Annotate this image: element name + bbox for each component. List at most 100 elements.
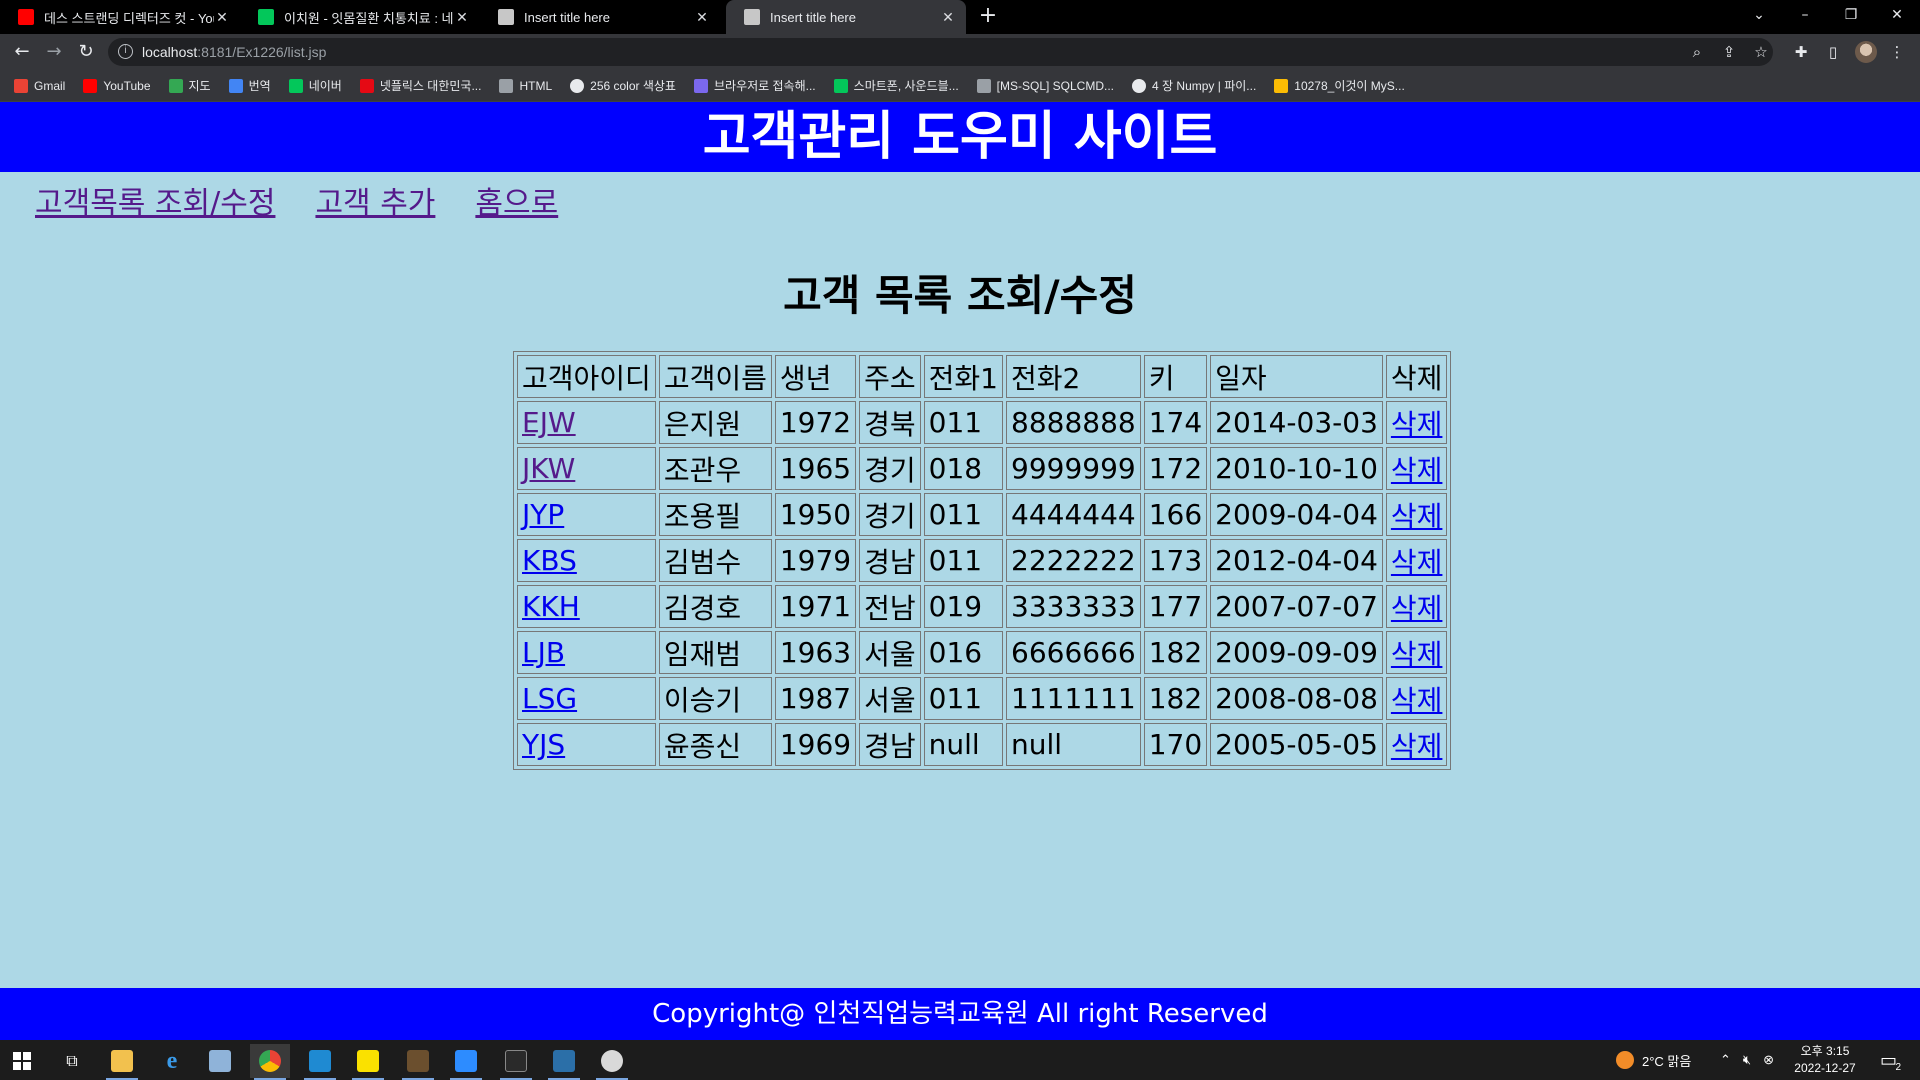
bookmark-translate[interactable]: 번역 [228, 77, 271, 94]
bookmark-browser-connect[interactable]: 브라우저로 접속해... [693, 77, 816, 94]
browser-tab-1[interactable]: 이치원 - 잇몸질환 치통치료 : 네 ✕ [240, 0, 480, 34]
cell-name: 조관우 [658, 447, 772, 490]
extensions-puzzle-icon[interactable]: ✚ [1791, 42, 1811, 62]
site-info-icon[interactable]: i [118, 44, 133, 59]
vscode-icon[interactable] [300, 1044, 340, 1080]
mysql-workbench-icon[interactable] [544, 1044, 584, 1080]
column-header: 일자 [1210, 355, 1383, 398]
zoom-icon[interactable]: ⌕ [1687, 42, 1707, 62]
zoom-app-icon[interactable] [446, 1044, 486, 1080]
close-icon[interactable]: ✕ [940, 9, 956, 26]
cell-name: 임재범 [658, 631, 772, 674]
browser-tab-2[interactable]: Insert title here ✕ [480, 0, 720, 34]
minimize-icon[interactable]: – [1782, 0, 1828, 34]
delete-link[interactable]: 삭제 [1391, 592, 1443, 625]
close-icon[interactable]: ✕ [694, 9, 710, 26]
menu-link-add-customer[interactable]: 고객 추가 [315, 178, 435, 222]
cell-date: 2010-10-10 [1210, 447, 1383, 490]
notepad-icon[interactable] [200, 1044, 240, 1078]
forward-arrow-icon[interactable]: → [42, 40, 66, 64]
bookmark-gmail[interactable]: Gmail [14, 78, 65, 93]
menu-link-home[interactable]: 홈으로 [475, 178, 558, 222]
table-row: EJW 은지원 1972 경북 011 8888888 174 2014-03-… [517, 401, 1448, 444]
cell-delete: 삭제 [1385, 539, 1448, 582]
windows-taskbar: ⧉ e 2°C 맑음 ⌃ 🔇︎ ⊗ 오후 3:15 2022-12-27 ▭ 2 [0, 1040, 1920, 1080]
window-close-icon[interactable]: ✕ [1874, 0, 1920, 34]
cell-height: 166 [1143, 493, 1208, 536]
bookmark-youtube[interactable]: YouTube [83, 78, 151, 93]
customer-id-link[interactable]: EJW [522, 406, 576, 439]
close-icon[interactable]: ✕ [214, 9, 230, 26]
delete-link[interactable]: 삭제 [1391, 684, 1443, 717]
game-app-icon[interactable] [398, 1044, 438, 1080]
tab-search-chevron-icon[interactable]: ⌄ [1736, 0, 1782, 34]
menu-dots-icon[interactable]: ⋮ [1887, 42, 1907, 62]
browser-tab-3[interactable]: Insert title here ✕ [726, 0, 966, 34]
delete-link[interactable]: 삭제 [1391, 408, 1443, 441]
customer-id-link[interactable]: LJB [522, 636, 565, 669]
notification-center-icon[interactable]: ▭ 2 [1880, 1040, 1901, 1080]
cell-addr: 경기 [859, 493, 921, 536]
restore-icon[interactable]: ❐ [1828, 0, 1874, 34]
chevron-up-icon[interactable]: ⌃ [1720, 1052, 1731, 1068]
cell-birth: 1987 [774, 677, 857, 720]
customer-id-link[interactable]: YJS [522, 728, 565, 761]
side-panel-icon[interactable]: ▯ [1823, 42, 1843, 62]
customer-id-link[interactable]: KKH [522, 590, 580, 623]
browser-toolbar: ← → ↻ i localhost:8181/Ex1226/list.jsp ⌕… [0, 34, 1920, 70]
delete-link[interactable]: 삭제 [1391, 730, 1443, 763]
customer-id-link[interactable]: JKW [522, 452, 575, 485]
bookmark-256-color[interactable]: 256 color 색상표 [570, 77, 676, 94]
customer-id-link[interactable]: KBS [522, 544, 577, 577]
internet-explorer-icon[interactable]: e [152, 1044, 192, 1078]
system-clock[interactable]: 오후 3:15 2022-12-27 [1780, 1043, 1870, 1077]
bookmark-maps[interactable]: 지도 [168, 77, 211, 94]
chrome-icon[interactable] [250, 1044, 290, 1080]
cell-date: 2012-04-04 [1210, 539, 1383, 582]
bookmark-html[interactable]: HTML [499, 78, 552, 93]
naver-blog-icon [833, 78, 848, 93]
youtube-icon [18, 9, 34, 25]
weather-widget[interactable]: 2°C 맑음 [1616, 1040, 1691, 1080]
browser-tab-0[interactable]: 데스 스트랜딩 디렉터즈 컷 - You ✕ [0, 0, 240, 34]
address-bar[interactable]: i localhost:8181/Ex1226/list.jsp [108, 38, 1773, 66]
share-icon[interactable]: ⇪ [1719, 42, 1739, 62]
bookmark-star-icon[interactable]: ☆ [1751, 42, 1771, 62]
bookmark-numpy[interactable]: 4 장 Numpy | 파이... [1132, 77, 1256, 94]
bookmark-netflix[interactable]: 넷플릭스 대한민국... [359, 77, 481, 94]
eclipse-icon[interactable] [592, 1044, 632, 1080]
cell-name: 조용필 [658, 493, 772, 536]
delete-link[interactable]: 삭제 [1391, 500, 1443, 533]
network-off-icon[interactable]: ⊗ [1763, 1052, 1774, 1068]
epic-games-icon[interactable] [496, 1044, 536, 1080]
customer-id-link[interactable]: JYP [522, 498, 564, 531]
kakaotalk-icon[interactable] [348, 1044, 388, 1080]
delete-link[interactable]: 삭제 [1391, 546, 1443, 579]
close-icon[interactable]: ✕ [454, 9, 470, 26]
menu-link-customer-list[interactable]: 고객목록 조회/수정 [35, 178, 275, 222]
speaker-muted-icon[interactable]: 🔇︎ [1743, 1052, 1751, 1068]
delete-link[interactable]: 삭제 [1391, 454, 1443, 487]
reload-icon[interactable]: ↻ [74, 40, 98, 64]
new-tab-plus-icon[interactable]: + [976, 5, 1000, 29]
cell-date: 2014-03-03 [1210, 401, 1383, 444]
customer-id-link[interactable]: LSG [522, 682, 577, 715]
cell-height: 182 [1143, 677, 1208, 720]
bookmark-mssql[interactable]: [MS-SQL] SQLCMD... [976, 78, 1114, 93]
windows-start-icon[interactable] [2, 1044, 42, 1078]
file-explorer-icon[interactable] [102, 1044, 142, 1080]
column-header: 키 [1143, 355, 1208, 398]
bookmark-naver[interactable]: 네이버 [288, 77, 342, 94]
delete-link[interactable]: 삭제 [1391, 638, 1443, 671]
cell-height: 174 [1143, 401, 1208, 444]
back-arrow-icon[interactable]: ← [10, 40, 34, 64]
bookmark-mysql[interactable]: 10278_이것이 MyS... [1274, 77, 1405, 94]
cell-delete: 삭제 [1385, 585, 1448, 628]
cell-height: 172 [1143, 447, 1208, 490]
url-text[interactable]: localhost:8181/Ex1226/list.jsp [142, 44, 326, 60]
task-view-icon[interactable]: ⧉ [52, 1044, 92, 1078]
notification-count: 2 [1895, 1061, 1902, 1073]
bookmark-smartphone[interactable]: 스마트폰, 사운드블... [833, 77, 959, 94]
profile-avatar[interactable] [1855, 41, 1877, 63]
cell-tel2: 4444444 [1006, 493, 1141, 536]
